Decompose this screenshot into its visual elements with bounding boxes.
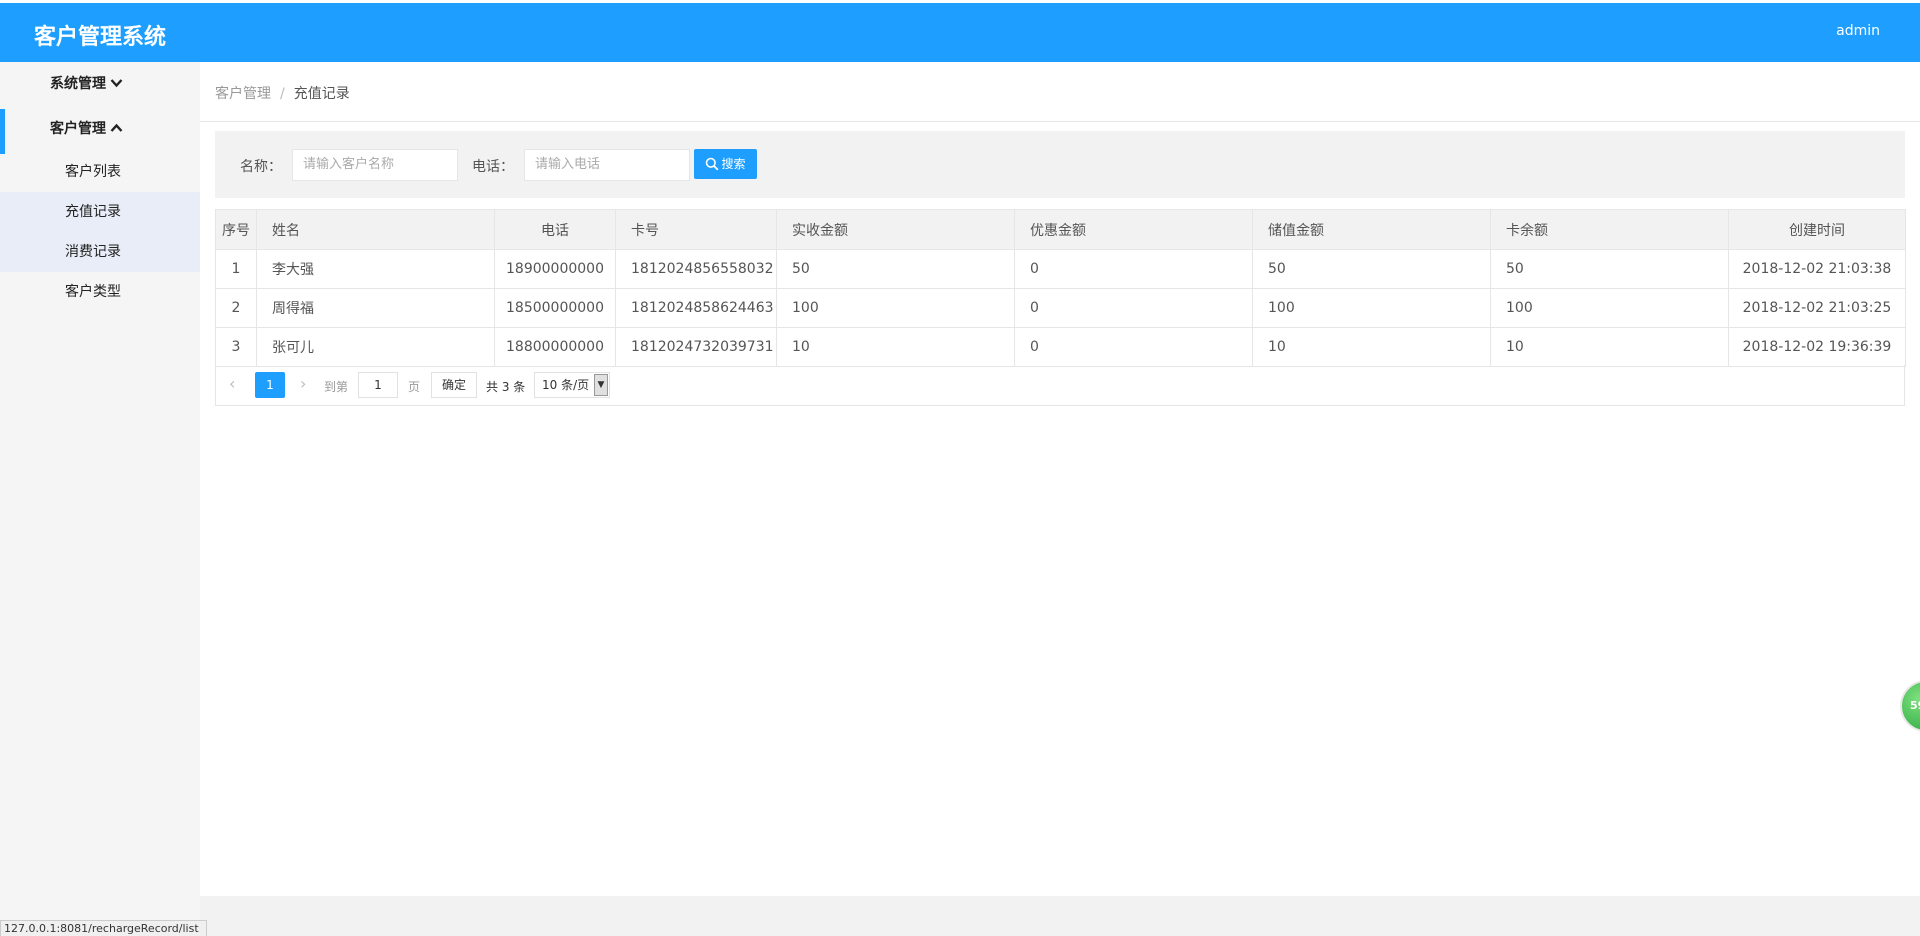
nav-group-system[interactable]: 系统管理 [0,62,200,107]
sidebar-item-consume-record[interactable]: 消费记录 [0,232,200,272]
name-label: 名称： [240,159,282,175]
chevron-down-icon: ▼ [594,374,608,396]
goto-confirm-button[interactable]: 确定 [431,372,477,398]
recharge-table: 序号 姓名 电话 卡号 实收金额 优惠金额 储值金额 卡余额 创建时间 1 李大… [215,209,1906,367]
page-size-select[interactable]: 10 条/页 ▼ [534,372,610,398]
table-cell: 18800000000 [494,327,616,367]
table-cell: 0 [1014,288,1253,328]
column-header: 序号 [215,209,257,250]
breadcrumb-separator: / [280,86,285,102]
column-header: 卡余额 [1490,209,1729,250]
search-button[interactable]: 搜索 [694,149,757,179]
app-title: 客户管理系统 [34,25,167,50]
total-count: 共 3 条 [486,380,526,394]
table-cell: 张可儿 [256,327,495,367]
nav-group-customer[interactable]: 客户管理 [0,107,200,154]
prev-page-button[interactable]: ‹ [229,374,235,393]
user-menu[interactable]: admin [1836,23,1880,39]
table-cell: 1812024856558032 [615,249,777,289]
column-header: 储值金额 [1252,209,1491,250]
table-row[interactable]: 2 周得福 18500000000 1812024858624463 100 0… [215,288,1906,328]
main-content: 客户管理 / 充值记录 名称： 请输入客户名称 电话： 请输入电话 搜索 序号 姓名… [200,62,1920,936]
footer [200,896,1920,936]
column-header: 实收金额 [776,209,1015,250]
goto-page-input[interactable]: 1 [358,372,398,398]
chevron-down-icon [110,62,123,107]
goto-suffix: 页 [408,380,421,394]
page-number-current[interactable]: 1 [255,372,285,398]
column-header: 优惠金额 [1014,209,1253,250]
table-cell: 2018-12-02 21:03:38 [1728,249,1906,289]
table-cell: 50 [1252,249,1491,289]
sidebar: 系统管理 客户管理 客户列表 充值记录 消费记录 客户类型 [0,62,200,936]
column-header: 电话 [494,209,616,250]
table-row[interactable]: 3 张可儿 18800000000 1812024732039731 10 0 … [215,327,1906,367]
sidebar-item-recharge-record[interactable]: 充值记录 [0,192,200,232]
breadcrumb-current: 充值记录 [293,86,350,102]
goto-prefix: 到第 [324,380,349,394]
table-cell: 周得福 [256,288,495,328]
browser-status-url: 127.0.0.1:8081/rechargeRecord/list [0,920,207,936]
table-cell: 0 [1014,327,1253,367]
table-cell: 1812024858624463 [615,288,777,328]
pagination: ‹ 1 › 到第 1 页 确定 共 3 条 10 条/页 ▼ [215,365,1905,406]
phone-label: 电话： [472,159,514,175]
next-page-button[interactable]: › [300,374,306,393]
table-cell: 0 [1014,249,1253,289]
table-cell: 2 [215,288,257,328]
search-button-label: 搜索 [721,157,746,171]
table-header-row: 序号 姓名 电话 卡号 实收金额 优惠金额 储值金额 卡余额 创建时间 [215,209,1906,250]
table-cell: 1812024732039731 [615,327,777,367]
breadcrumb-parent[interactable]: 客户管理 [215,86,271,102]
table-cell: 10 [1252,327,1491,367]
sidebar-item-customer-type[interactable]: 客户类型 [0,272,200,312]
phone-input[interactable]: 请输入电话 [524,149,690,181]
sidebar-item-customer-list[interactable]: 客户列表 [0,152,200,192]
table-cell: 10 [776,327,1015,367]
column-header: 卡号 [615,209,777,250]
chevron-up-icon [110,107,123,152]
column-header: 创建时间 [1728,209,1906,250]
page-size-value: 10 条/页 [542,378,590,392]
nav-group-label: 系统管理 [50,76,106,92]
table-cell: 2018-12-02 19:36:39 [1728,327,1906,367]
table-cell: 100 [1490,288,1729,328]
table-cell: 3 [215,327,257,367]
table-cell: 10 [1490,327,1729,367]
customer-name-input[interactable]: 请输入客户名称 [292,149,458,181]
divider [200,121,1920,122]
table-cell: 2018-12-02 21:03:25 [1728,288,1906,328]
table-cell: 100 [1252,288,1491,328]
table-cell: 100 [776,288,1015,328]
table-cell: 18500000000 [494,288,616,328]
table-cell: 18900000000 [494,249,616,289]
search-panel: 名称： 请输入客户名称 电话： 请输入电话 搜索 [215,131,1905,198]
table-cell: 1 [215,249,257,289]
table-cell: 50 [1490,249,1729,289]
table-row[interactable]: 1 李大强 18900000000 1812024856558032 50 0 … [215,249,1906,289]
column-header: 姓名 [256,209,495,250]
top-header: 客户管理系统 admin [0,0,1920,62]
search-icon [705,157,721,171]
breadcrumb: 客户管理 / 充值记录 [215,83,350,103]
table-cell: 50 [776,249,1015,289]
table-cell: 李大强 [256,249,495,289]
nav-group-label: 客户管理 [50,121,106,137]
